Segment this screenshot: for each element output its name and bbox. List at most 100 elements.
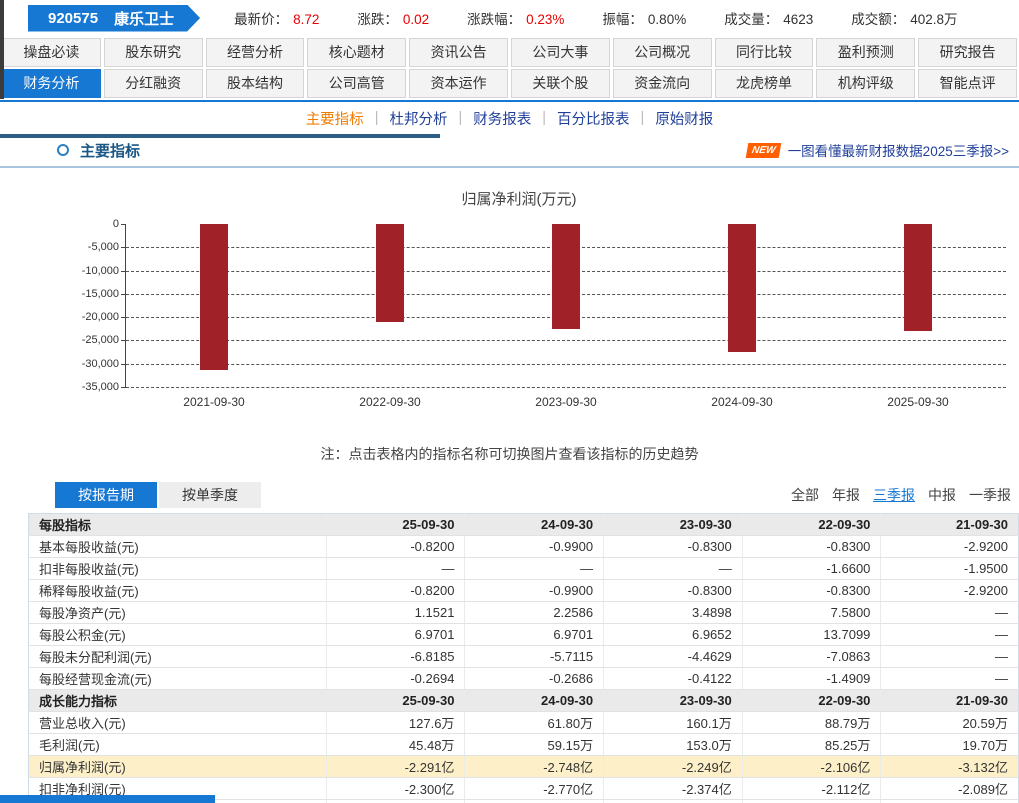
filter-link[interactable]: 中报 (928, 485, 956, 505)
promo-area: NEW 一图看懂最新财报数据2025三季报>> (746, 140, 1009, 160)
stat-value: 0.23% (526, 12, 565, 27)
y-axis-tick (121, 340, 126, 341)
nav-tab[interactable]: 核心题材 (307, 38, 407, 67)
single-quarter-button[interactable]: 按单季度 (159, 482, 261, 508)
subnav-link[interactable]: 主要指标 (306, 108, 364, 129)
subnav-link[interactable]: 杜邦分析 (389, 108, 447, 129)
stock-code: 920575 (48, 9, 99, 27)
y-axis-tick (121, 224, 126, 225)
metric-label[interactable]: 每股公积金(元) (28, 623, 327, 646)
chart-plot-area: 0 -5,000 -10,000 -15,000 -20,000 -25,000 -30,0… (82, 218, 1006, 409)
nav-tab[interactable]: 资金流向 (612, 69, 712, 98)
cell-value: -6.8185 (326, 645, 466, 668)
cell-value: 160.1万 (603, 711, 743, 734)
nav-row-2: 财务分析 分红融资 股本结构 公司高管 资本运作 关联个股 资金流向 龙虎榜单 机构评级 智能点评 (2, 69, 1017, 98)
filter-link[interactable]: 全部 (791, 485, 819, 505)
column-header: 24-09-30 (464, 689, 605, 712)
nav-tab[interactable]: 公司概况 (612, 38, 712, 67)
nav-tab[interactable]: 股本结构 (205, 69, 305, 98)
y-axis-tick (121, 271, 126, 272)
nav-tab[interactable]: 股东研究 (103, 38, 203, 67)
stat-label: 振幅： (602, 12, 643, 27)
cell-value: -2.291亿 (326, 755, 466, 778)
cell-value: 7.5800 (742, 601, 882, 624)
y-axis-label: -20,000 (81, 311, 119, 323)
nav-tab[interactable]: 公司大事 (511, 38, 610, 67)
nav-tab[interactable]: 资本运作 (409, 69, 508, 98)
table-row: 每股经营现金流(元) -0.2694 -0.2686 -0.4122 -1.4909— (28, 667, 1019, 690)
nav-tab[interactable]: 操盘必读 (2, 38, 101, 67)
stat-label: 涨跌： (357, 12, 398, 27)
y-axis-label: 0 (112, 218, 119, 230)
table-row: 每股净资产(元) 1.1521 2.2586 3.4898 7.5800— (28, 601, 1019, 624)
financial-indicators-table: 每股指标 25-09-30 24-09-30 23-09-30 22-09-30 21-0… (28, 513, 1019, 803)
y-axis-label: -25,000 (81, 334, 119, 346)
column-header: 24-09-30 (464, 513, 605, 536)
cell-value: 88.79万 (742, 711, 882, 734)
stock-stats: 最新价： 8.72 涨跌： 0.02 涨跌幅： 0.23% 振幅： 0.80% 成交量： 4623… (234, 8, 957, 28)
cell-value: — (880, 667, 1019, 690)
metric-label[interactable]: 扣非每股收益(元) (28, 557, 327, 580)
cell-value: 331.32 (742, 799, 882, 803)
report-period-button[interactable]: 按报告期 (55, 482, 157, 508)
nav-tab[interactable]: 盈利预测 (816, 38, 916, 67)
nav-tab[interactable]: 智能点评 (918, 69, 1017, 98)
nav-tab[interactable]: 机构评级 (816, 69, 916, 98)
nav-tab[interactable]: 分红融资 (103, 69, 203, 98)
section-header: 主要指标 NEW 一图看懂最新财报数据2025三季报>> (0, 134, 1019, 168)
filter-link[interactable]: 一季报 (969, 485, 1011, 505)
cell-value: 127.6万 (326, 711, 466, 734)
cell-value: — (880, 645, 1019, 668)
bottom-blue-strip (0, 795, 215, 803)
table-row: 基本每股收益(元) -0.8200 -0.9900 -0.8300 -0.8300 -2.… (28, 535, 1019, 558)
metric-label[interactable]: 每股未分配利润(元) (28, 645, 327, 668)
cell-value: 3.4898 (603, 601, 743, 624)
table-row: 毛利润(元) 45.48万 59.15万 153.0万 85.25万 19.70万 (28, 733, 1019, 756)
nav-tab[interactable]: 经营分析 (205, 38, 305, 67)
metric-label[interactable]: 每股净资产(元) (28, 601, 327, 624)
subnav-link[interactable]: 财务报表 (473, 108, 531, 129)
nav-tab[interactable]: 资讯公告 (409, 38, 508, 67)
cell-value: -0.8200 (326, 535, 466, 558)
subnav-separator: | (374, 110, 379, 126)
cell-value: -61.40 (464, 799, 605, 803)
nav-tab[interactable]: 龙虎榜单 (714, 69, 814, 98)
grid-line (126, 340, 1006, 341)
stat-item: 最新价： 8.72 (234, 8, 319, 28)
column-header: 22-09-30 (742, 689, 882, 712)
metric-label[interactable]: 归属净利润(元) (28, 755, 327, 778)
subnav-link[interactable]: 原始财报 (655, 108, 713, 129)
metric-label[interactable]: 营业总收入(元) (28, 711, 327, 734)
metric-label[interactable]: 基本每股收益(元) (28, 535, 327, 558)
subnav-separator: | (458, 110, 463, 126)
cell-value (880, 799, 1019, 803)
x-axis-label: 2021-09-30 (183, 395, 245, 409)
nav-tab[interactable]: 财务分析 (2, 69, 101, 98)
cell-value: -0.2686 (464, 667, 605, 690)
y-axis-label: -15,000 (81, 288, 119, 300)
metric-label[interactable]: 每股经营现金流(元) (28, 667, 327, 690)
table-row: 每股公积金(元) 6.9701 6.9701 6.9652 13.7099— (28, 623, 1019, 646)
filter-link[interactable]: 三季报 (873, 485, 915, 505)
cell-value: -2.112亿 (742, 777, 882, 800)
metric-label[interactable]: 稀释每股收益(元) (28, 579, 327, 602)
cell-value: 20.59万 (880, 711, 1019, 734)
cell-value: 13.7099 (742, 623, 882, 646)
cell-value: -7.0863 (742, 645, 882, 668)
promo-link[interactable]: 一图看懂最新财报数据2025三季报>> (788, 140, 1009, 160)
subnav-link[interactable]: 百分比报表 (557, 108, 630, 129)
cell-value: 80.33 (603, 799, 743, 803)
cell-value: 153.0万 (603, 733, 743, 756)
cell-value: 1.1521 (326, 601, 466, 624)
nav-tab[interactable]: 关联个股 (511, 69, 610, 98)
filter-link[interactable]: 年报 (832, 485, 860, 505)
metric-label[interactable]: 毛利润(元) (28, 733, 327, 756)
table-toolbar: 按报告期 按单季度 全部 年报 三季报 中报 一季报 (55, 482, 1011, 508)
nav-tab[interactable]: 同行比较 (714, 38, 814, 67)
column-header: 23-09-30 (603, 689, 743, 712)
nav-tab[interactable]: 研究报告 (918, 38, 1017, 67)
cell-value: -4.4629 (603, 645, 743, 668)
nav-tab[interactable]: 公司高管 (307, 69, 407, 98)
cell-value: 59.15万 (464, 733, 605, 756)
cell-value: -1.9500 (880, 557, 1019, 580)
